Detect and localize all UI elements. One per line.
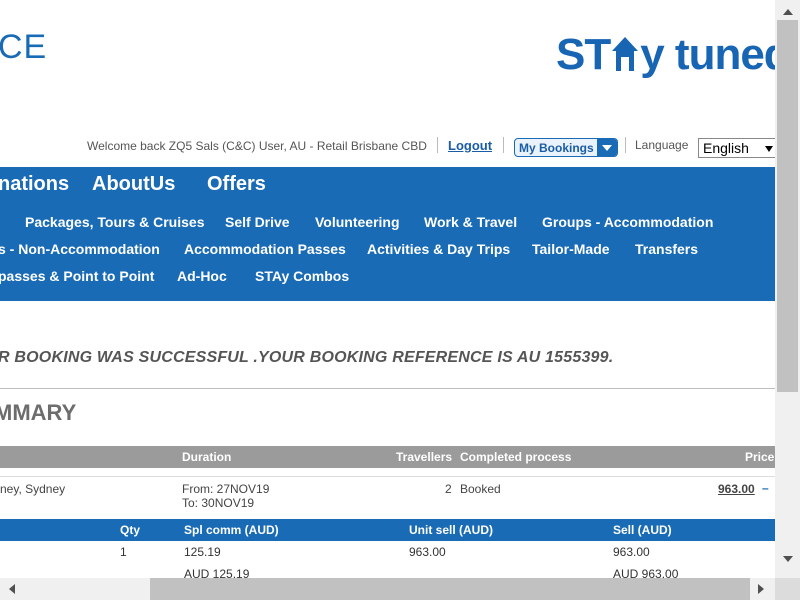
brand-logo-left[interactable]: CE (0, 28, 47, 67)
logo-text-start: ST (556, 30, 611, 79)
price-link[interactable]: 963.00 (718, 482, 755, 496)
spl-comm-total: AUD 125.19 (184, 567, 250, 578)
chevron-down-icon (597, 139, 617, 156)
travellers-count: 2 (445, 482, 452, 496)
divider (625, 137, 626, 153)
scrollbar-corner (775, 578, 800, 600)
col-duration: Duration (182, 450, 232, 464)
scroll-down-icon[interactable] (783, 556, 793, 562)
qty-value: 1 (120, 545, 127, 559)
sell-value: 963.00 (613, 545, 650, 559)
nav-work-travel[interactable]: Work & Travel (424, 214, 517, 230)
divider (437, 137, 438, 153)
scroll-left-icon[interactable] (9, 584, 15, 594)
nav-self-drive[interactable]: Self Drive (225, 214, 290, 230)
user-bar: Welcome back ZQ5 Sals (C&C) User, AU - R… (0, 137, 775, 159)
table-row: 1 125.19 963.00 963.00 AUD 125.19 AUD 96… (0, 541, 775, 578)
unit-sell-value: 963.00 (409, 545, 446, 559)
divider (0, 388, 775, 389)
logout-link[interactable]: Logout (448, 138, 492, 153)
nav-stay-combos[interactable]: STAy Combos (255, 268, 349, 284)
col-travellers: Travellers (396, 450, 453, 464)
summary-table-header: Duration Travellers Completed process Pr… (0, 446, 775, 468)
my-bookings-label: My Bookings (519, 141, 594, 155)
house-icon (610, 33, 640, 84)
horizontal-scrollbar[interactable] (0, 578, 775, 600)
product-name: ney, Sydney (0, 482, 66, 496)
vertical-scrollbar-thumb[interactable] (777, 20, 798, 392)
language-value: English (703, 140, 749, 156)
nav-offers[interactable]: Offers (207, 173, 266, 196)
welcome-message: Welcome back ZQ5 Sals (C&C) User, AU - R… (87, 139, 427, 153)
nav-accommodation-passes[interactable]: Accommodation Passes (184, 241, 346, 257)
language-select[interactable]: English (698, 138, 775, 158)
summary-heading: MMARY (0, 400, 77, 425)
nav-groups-accommodation[interactable]: Groups - Accommodation (542, 214, 713, 230)
nav-passes-point-to-point[interactable]: passes & Point to Point (0, 268, 154, 284)
page-viewport: CE ST y tuned Welcome back ZQ5 Sals (C&C)… (0, 0, 775, 578)
nav-ad-hoc[interactable]: Ad-Hoc (177, 268, 227, 284)
nav-transfers[interactable]: Transfers (635, 241, 698, 257)
booking-success-message: R BOOKING WAS SUCCESSFUL .YOUR BOOKING R… (0, 349, 614, 366)
nav-volunteering[interactable]: Volunteering (315, 214, 400, 230)
col-spl-comm: Spl comm (AUD) (184, 523, 279, 537)
nav-tailor-made[interactable]: Tailor-Made (532, 241, 610, 257)
sell-total: AUD 963.00 (613, 567, 679, 578)
nav-groups-non-accommodation[interactable]: s - Non-Accommodation (0, 241, 160, 257)
col-qty: Qty (120, 523, 141, 537)
nav-packages-tours-cruises[interactable]: Packages, Tours & Cruises (25, 214, 204, 230)
table-row: ney, Sydney From: 27NOV19 To: 30NOV19 2 … (0, 476, 775, 518)
col-completed-process: Completed process (460, 450, 572, 464)
collapse-icon[interactable]: – (762, 481, 769, 495)
detail-table-header: Qty Spl comm (AUD) Unit sell (AUD) Sell … (0, 519, 775, 541)
spl-comm-value: 125.19 (184, 545, 221, 559)
horizontal-scrollbar-thumb[interactable] (150, 578, 750, 600)
stay-tuned-logo[interactable]: ST y tuned (556, 30, 775, 84)
main-navigation: nations AboutUs Offers Packages, Tours &… (0, 167, 775, 301)
col-unit-sell: Unit sell (AUD) (409, 523, 493, 537)
scroll-up-icon[interactable] (783, 9, 793, 15)
vertical-scrollbar[interactable] (775, 0, 800, 578)
date-from: From: 27NOV19 (182, 482, 270, 496)
nav-about-us[interactable]: AboutUs (92, 173, 175, 196)
status-value: Booked (460, 482, 501, 496)
language-label: Language (635, 138, 689, 152)
col-sell: Sell (AUD) (613, 523, 672, 537)
divider (503, 137, 504, 153)
logo-text-end: y tuned (640, 30, 775, 79)
my-bookings-dropdown[interactable]: My Bookings (514, 138, 618, 157)
col-price: Price (745, 450, 775, 464)
nav-destinations[interactable]: nations (0, 173, 69, 196)
date-to: To: 30NOV19 (182, 496, 255, 510)
nav-activities-day-trips[interactable]: Activities & Day Trips (367, 241, 510, 257)
chevron-down-icon (765, 146, 773, 152)
scroll-right-icon[interactable] (758, 584, 764, 594)
